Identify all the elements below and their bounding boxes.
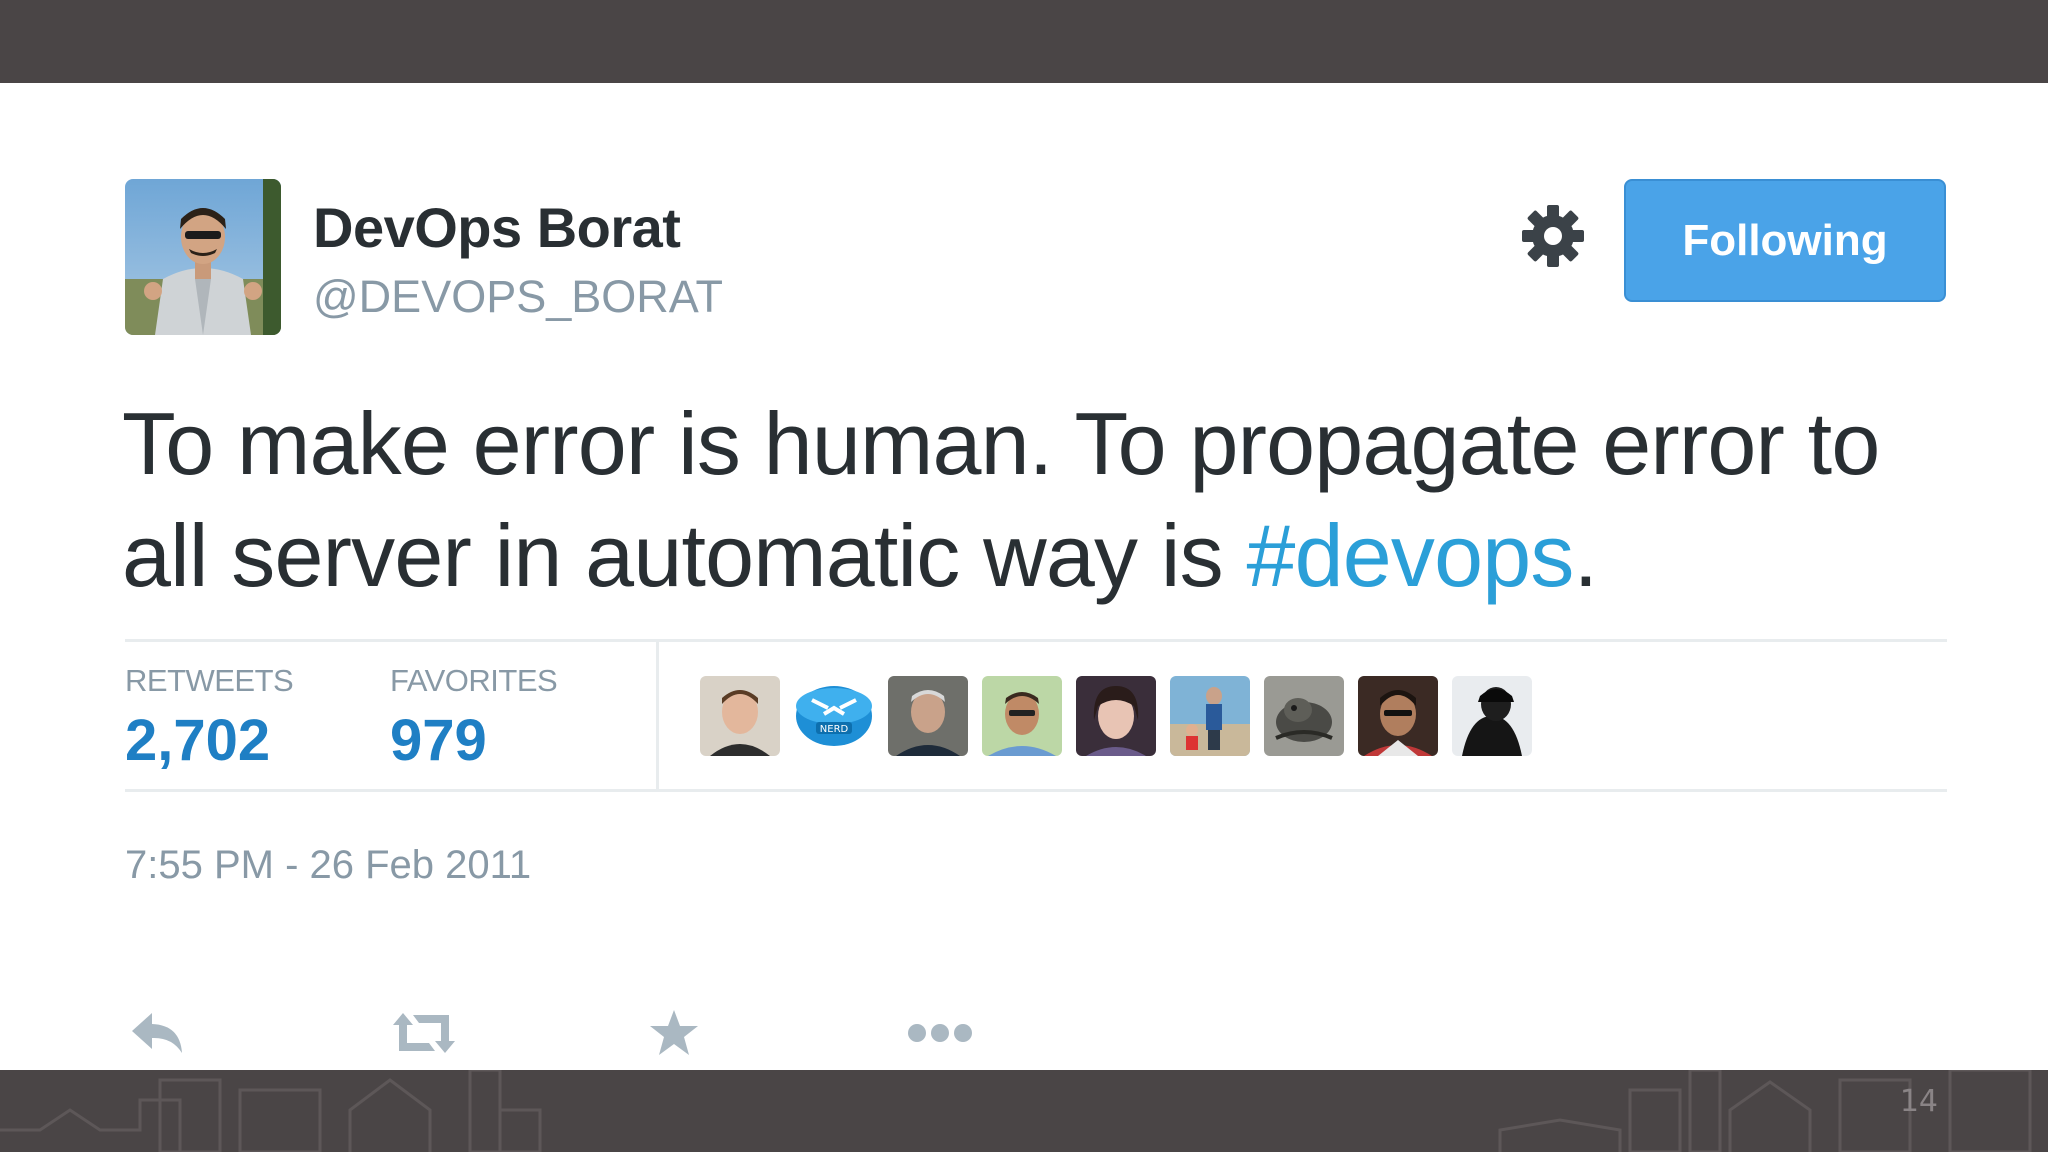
avatar-image: [125, 179, 281, 335]
author-avatar[interactable]: [125, 179, 281, 335]
more-icon-graphic: [908, 1024, 972, 1042]
favoriter-avatar[interactable]: [1452, 676, 1532, 756]
favoriter-avatar[interactable]: [700, 676, 780, 756]
favoriter-avatars: NERD: [700, 676, 1532, 756]
stats-divider-bottom: [125, 789, 1947, 792]
tweet-text: To make error is human. To propagate err…: [122, 388, 1962, 612]
slide-top-bar: [0, 0, 2048, 83]
favorites-label: FAVORITES: [390, 663, 558, 698]
tweet-text-end: .: [1573, 506, 1598, 605]
slide-bottom-bar: 14: [0, 1070, 2048, 1152]
tweet-timestamp[interactable]: 7:55 PM - 26 Feb 2011: [125, 843, 531, 888]
favoriter-avatar[interactable]: [888, 676, 968, 756]
stats-divider-top: [125, 639, 1947, 642]
reply-icon[interactable]: [125, 998, 189, 1068]
gear-icon[interactable]: [1520, 203, 1586, 269]
favoriter-avatar[interactable]: [1170, 676, 1250, 756]
favoriter-avatar[interactable]: [1358, 676, 1438, 756]
retweet-icon[interactable]: [388, 998, 460, 1068]
favorites-count: 979: [390, 708, 487, 773]
stats-divider-vertical: [656, 642, 659, 789]
slide-number: 14: [1899, 1084, 1938, 1119]
favorite-icon-graphic: [650, 1010, 698, 1055]
favoriter-avatar[interactable]: NERD: [794, 676, 874, 756]
author-handle[interactable]: @DEVOPS_BORAT: [313, 271, 723, 323]
retweets-count: 2,702: [125, 708, 271, 773]
skyline-decoration: [0, 1070, 2032, 1152]
svg-text:NERD: NERD: [820, 724, 849, 735]
more-icon[interactable]: [906, 998, 974, 1068]
tweet-text-body: To make error is human. To propagate err…: [122, 394, 1880, 605]
retweet-icon-graphic: [393, 1013, 455, 1053]
retweets-stat[interactable]: RETWEETS 2,702: [125, 663, 294, 774]
favorites-stat[interactable]: FAVORITES 979: [390, 663, 558, 774]
tweet-card: DevOps Borat @DEVOPS_BORAT Following To …: [0, 83, 2048, 1070]
favoriter-avatar[interactable]: [982, 676, 1062, 756]
favorite-icon[interactable]: [646, 998, 702, 1068]
author-name[interactable]: DevOps Borat: [313, 195, 681, 260]
hashtag-link[interactable]: #devops: [1247, 506, 1575, 605]
retweets-label: RETWEETS: [125, 663, 294, 698]
following-button[interactable]: Following: [1624, 179, 1946, 302]
gear-icon-graphic: [1522, 205, 1584, 267]
reply-icon-graphic: [132, 1013, 182, 1053]
favoriter-avatar[interactable]: [1076, 676, 1156, 756]
favoriter-avatar[interactable]: [1264, 676, 1344, 756]
